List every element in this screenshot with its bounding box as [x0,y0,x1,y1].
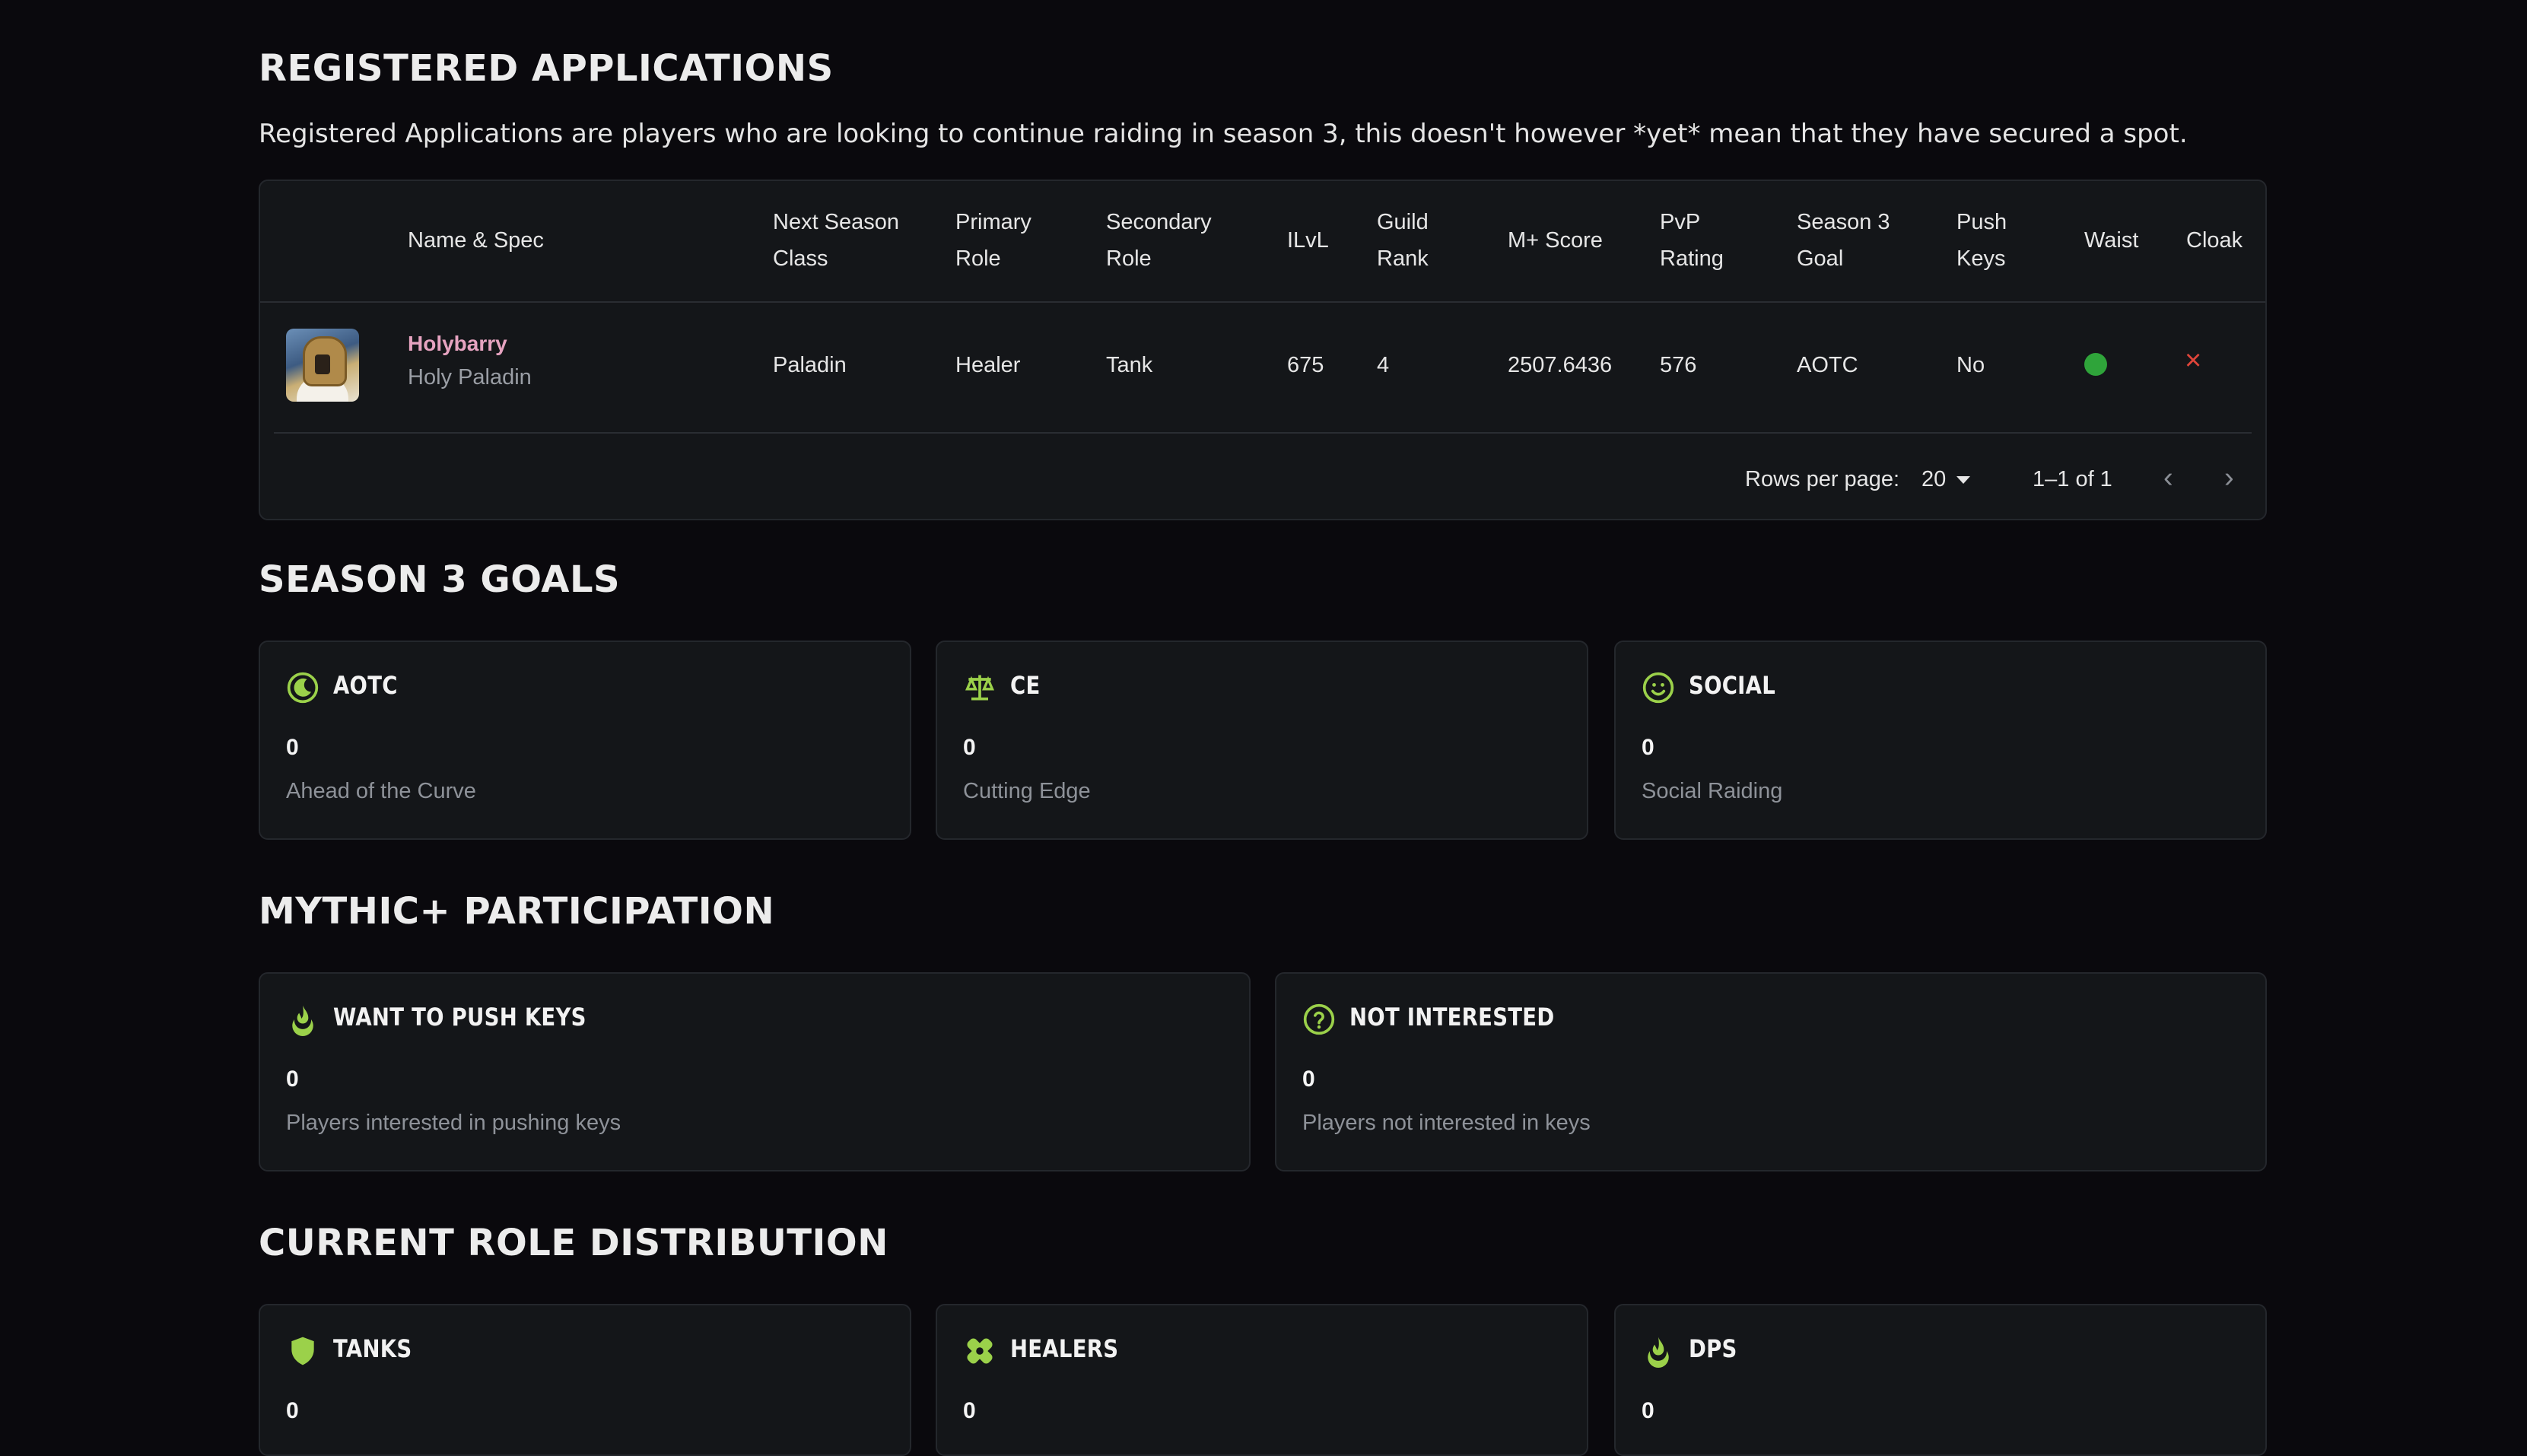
col-guild-rank[interactable]: Guild Rank [1377,204,1429,277]
cell-pvp-rating: 576 [1660,353,1697,377]
col-ilvl[interactable]: ILvL [1287,222,1329,259]
shield-icon [291,1337,314,1365]
role-card-value: 0 [1642,1398,1654,1423]
rows-per-page-label: Rows per page: [1745,467,1900,491]
role-card-label: DPS [1689,1334,1737,1363]
col-secondary-role-line1: Secondary [1106,210,1212,234]
goal-card-value: 0 [963,735,976,760]
col-season3-goal-line1: Season 3 [1797,210,1890,234]
col-primary-role-line2: Role [955,246,1001,271]
role-card-label: TANKS [333,1334,412,1363]
role-card-tanks: TANKS 0 [259,1304,911,1456]
avatar [286,329,359,402]
goal-card-ce: CE 0 Cutting Edge [936,641,1588,840]
goal-card-value: 0 [286,735,299,760]
moon-icon [287,672,319,704]
mythic-card-description: Players interested in pushing keys [286,1111,621,1135]
mythic-participation-title: MYTHIC+ PARTICIPATION [259,890,775,933]
col-primary-role[interactable]: Primary Role [955,204,1031,277]
mythic-card-value: 0 [1302,1067,1315,1092]
mythic-card-not-interested: NOT INTERESTED 0 Players not interested … [1275,972,2267,1171]
player-name[interactable]: Holybarry [408,329,507,359]
pagination-range: 1–1 of 1 [2033,467,2112,491]
col-next-season-class-line2: Class [773,246,828,271]
next-page-chevron-icon[interactable]: › [2224,463,2234,493]
cloak-status-x-icon: × [2185,345,2202,377]
waist-status-green-dot-icon [2084,353,2107,376]
table-row-divider [274,432,2252,434]
season-goals-title: SEASON 3 GOALS [259,558,621,601]
role-card-healers: HEALERS 0 [936,1304,1588,1456]
col-primary-role-line1: Primary [955,210,1031,234]
mythic-card-value: 0 [286,1067,299,1092]
col-pvp-rating[interactable]: PvP Rating [1660,204,1724,277]
col-secondary-role[interactable]: Secondary Role [1106,204,1212,277]
role-distribution-title: CURRENT ROLE DISTRIBUTION [259,1222,888,1264]
col-season3-goal[interactable]: Season 3 Goal [1797,204,1890,277]
rows-per-page-value: 20 [1921,467,1947,491]
mythic-card-label: WANT TO PUSH KEYS [333,1003,586,1032]
goal-card-label: CE [1010,671,1041,700]
cell-secondary-role: Tank [1106,353,1153,377]
goal-card-value: 0 [1642,735,1654,760]
flame-icon [292,1005,313,1036]
col-season3-goal-line2: Goal [1797,246,1844,271]
col-secondary-role-line2: Role [1106,246,1152,271]
mythic-card-description: Players not interested in keys [1302,1111,1591,1135]
applications-table: Name & Spec Next Season Class Primary Ro… [259,180,2267,520]
cell-mplus-score: 2507.6436 [1508,353,1613,377]
scales-icon [965,675,995,701]
smile-icon [1642,672,1674,704]
col-next-season-class[interactable]: Next Season Class [773,204,899,277]
col-cloak[interactable]: Cloak [2186,222,2243,259]
question-icon [1303,1003,1335,1035]
cell-push-keys: No [1956,353,1985,377]
goal-card-description: Ahead of the Curve [286,779,476,803]
col-name-spec[interactable]: Name & Spec [408,222,544,259]
mythic-card-label: NOT INTERESTED [1349,1003,1555,1032]
goal-card-description: Social Raiding [1642,779,1783,803]
registered-applications-intro: Registered Applications are players who … [259,119,2188,149]
goal-card-label: AOTC [333,671,398,700]
cell-ilvl: 675 [1287,353,1324,377]
cell-primary-role: Healer [955,353,1021,377]
cell-class: Paladin [773,353,847,377]
col-push-keys-line1: Push [1956,210,2007,234]
role-card-dps: DPS 0 [1614,1304,2267,1456]
mythic-card-push-keys: WANT TO PUSH KEYS 0 Players interested i… [259,972,1251,1171]
col-waist[interactable]: Waist [2084,222,2138,259]
cell-season3-goal: AOTC [1797,353,1858,377]
table-header-divider [260,301,2265,303]
col-push-keys[interactable]: Push Keys [1956,204,2007,277]
goal-card-description: Cutting Edge [963,779,1091,803]
prev-page-chevron-icon[interactable]: ‹ [2163,463,2173,493]
col-mplus-score[interactable]: M+ Score [1508,222,1603,259]
cell-guild-rank: 4 [1377,353,1390,377]
role-card-value: 0 [286,1398,299,1423]
caret-down-icon [1956,476,1971,485]
bandage-icon [967,1338,993,1364]
role-card-label: HEALERS [1010,1334,1119,1363]
rows-per-page-select[interactable]: 20 [1921,464,1971,494]
col-pvp-rating-line1: PvP [1660,210,1701,234]
role-card-value: 0 [963,1398,976,1423]
player-spec: Holy Paladin [408,365,532,389]
goal-card-label: SOCIAL [1689,671,1776,700]
col-guild-rank-line2: Rank [1377,246,1429,271]
col-push-keys-line2: Keys [1956,246,2006,271]
flame-icon [1648,1337,1669,1368]
col-next-season-class-line1: Next Season [773,210,900,234]
registered-applications-title: REGISTERED APPLICATIONS [259,47,834,90]
goal-card-social: SOCIAL 0 Social Raiding [1614,641,2267,840]
goal-card-aotc: AOTC 0 Ahead of the Curve [259,641,911,840]
col-guild-rank-line1: Guild [1377,210,1429,234]
col-pvp-rating-line2: Rating [1660,246,1724,271]
